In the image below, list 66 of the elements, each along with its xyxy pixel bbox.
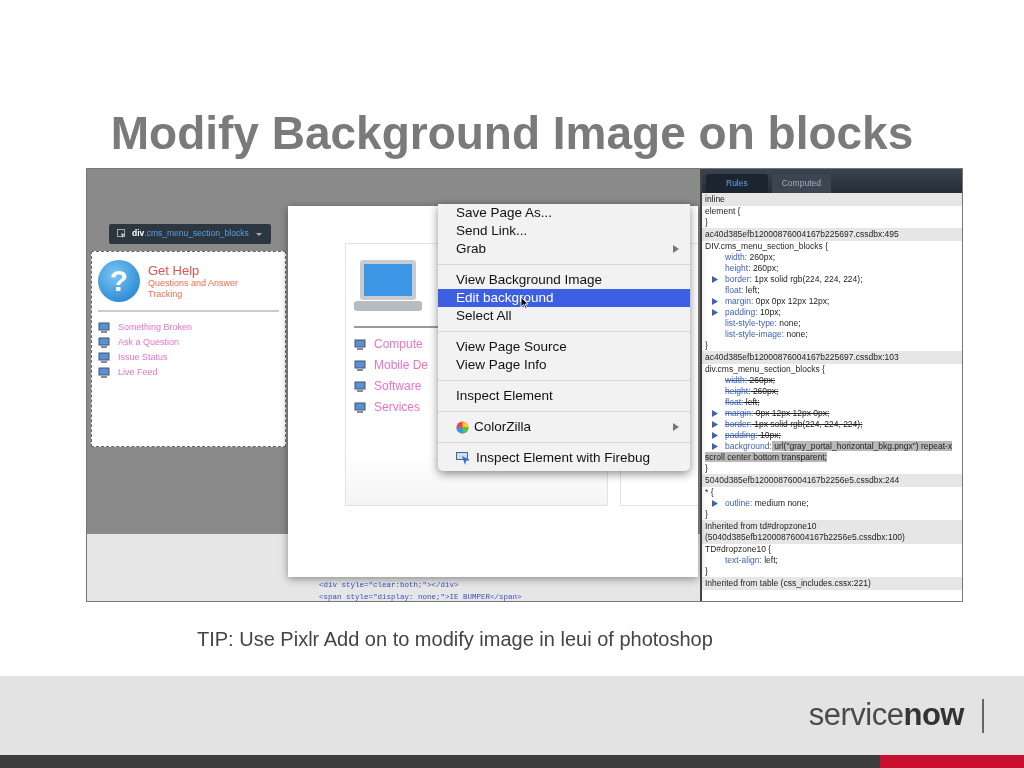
menu-item[interactable]: View Page Source (438, 338, 690, 356)
css-property: list-style-image: none; (724, 329, 809, 340)
menu-item[interactable]: Inspect Element with Firebug (438, 449, 690, 467)
stylesheet-source: inline (702, 193, 962, 206)
stylesheet-source: Inherited from table (css_includes.cssx:221) (702, 577, 962, 590)
menu-item[interactable]: View Background Image (438, 271, 690, 289)
menu-item[interactable]: Send Link... (438, 222, 690, 240)
css-property: list-style-type: none; (724, 318, 802, 329)
css-property: width: 260px; (724, 375, 777, 386)
css-property: float: left; (724, 397, 761, 408)
inspector-tooltip: div.cms_menu_section_blocks (109, 223, 271, 244)
stylesheet-source: 5040d385efb12000876004167b2256e5.cssdbx:244 (702, 474, 962, 487)
help-title: Get Help (148, 264, 201, 279)
menu-item[interactable]: Select All (438, 307, 690, 325)
css-property: width: 260px; (724, 252, 777, 263)
help-subtitle: Questions and Answer Tracking (148, 278, 240, 300)
submenu-arrow-icon (672, 244, 680, 254)
help-icon: ? (98, 260, 140, 302)
css-property: height: 260px; (724, 386, 780, 397)
css-code-line: * { (704, 487, 715, 498)
css-property: padding: 10px; (702, 430, 962, 441)
css-code-line: element { (704, 206, 742, 217)
panel-tab[interactable]: Rules (706, 174, 768, 193)
menu-item[interactable]: ColorZilla (438, 418, 690, 436)
monitor-icon (354, 359, 366, 372)
menu-item[interactable]: View Page Info (438, 356, 690, 374)
stylesheet-source: ac40d385efb12000876004167b225697.cssdbx:103 (702, 351, 962, 364)
monitor-icon (98, 366, 110, 379)
inspect-icon (117, 229, 126, 238)
monitor-icon (354, 338, 366, 351)
css-code-line: DIV.cms_menu_section_blocks { (704, 241, 829, 252)
monitor-icon (98, 336, 110, 349)
css-property: border: 1px solid rgb(224, 224, 224); (702, 419, 962, 430)
css-code-line: } (704, 463, 709, 474)
css-property: height: 260px; (724, 263, 780, 274)
menu-item[interactable]: Grab (438, 240, 690, 258)
css-code-line: } (704, 509, 709, 520)
monitor-icon (354, 380, 366, 393)
css-property: float: left; (724, 285, 761, 296)
menu-item[interactable]: Save Page As... (438, 204, 690, 222)
menu-item[interactable]: Edit background (438, 289, 690, 307)
css-property: outline: medium none; (702, 498, 962, 509)
css-code-line: } (704, 340, 709, 351)
css-property: margin: 0px 12px 12px 0px; (702, 408, 962, 419)
laptop-icon (354, 258, 422, 314)
panel-tab[interactable]: Computed (771, 174, 831, 193)
monitor-icon (98, 321, 110, 334)
css-property: background: url("gray_portal_horizontal_bkg.pngx") repeat-x scroll center bottom transparent; (704, 441, 954, 463)
monitor-icon (354, 401, 366, 414)
submenu-arrow-icon (672, 422, 680, 432)
monitor-icon (98, 351, 110, 364)
color-wheel-icon (456, 420, 469, 434)
pointer-icon (456, 451, 471, 465)
menu-item[interactable]: Inspect Element (438, 387, 690, 405)
css-property: margin: 0px 0px 12px 12px; (702, 296, 962, 307)
tip-text: TIP: Use Pixlr Add on to modify image in leui of photoshop (197, 627, 713, 652)
stylesheet-source: Inherited from td#dropzone10 (5040d385efb12000876004167b2256e5.cssdbx:100) (702, 520, 962, 544)
css-property: text-align: left; (724, 555, 779, 566)
css-code-line: } (704, 566, 709, 577)
css-code-line: div.cms_menu_section_blocks { (704, 364, 826, 375)
css-code-line: } (704, 217, 709, 228)
stylesheet-source: ac40d385efb12000876004167b225697.cssdbx:495 (702, 228, 962, 241)
css-property: border: 1px solid rgb(224, 224, 224); (702, 274, 962, 285)
css-property: padding: 10px; (702, 307, 962, 318)
css-code-line: TD#dropzone10 { (704, 544, 773, 555)
logo-text: servicenow (808, 696, 964, 735)
